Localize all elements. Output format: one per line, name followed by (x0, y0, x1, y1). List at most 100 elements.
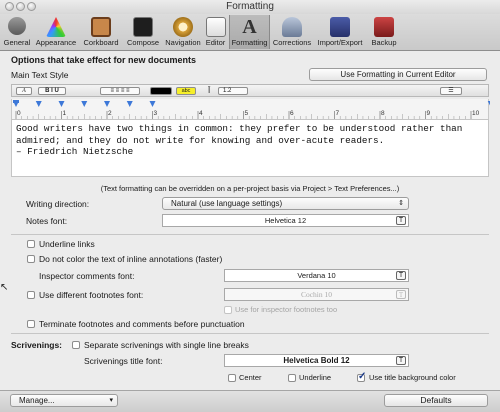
bold-italic-underline-buttons[interactable]: B I U (38, 87, 66, 95)
ruler-number: 2 (108, 110, 112, 117)
highlight-color-well[interactable]: abc (176, 87, 196, 95)
manage-label: Manage... (19, 396, 55, 405)
line-spacing-select[interactable]: 1.2 (218, 87, 248, 95)
writing-direction-label: Writing direction: (26, 199, 90, 209)
separate-scrivenings-checkbox[interactable] (72, 341, 80, 349)
font-picker-icon[interactable]: T (396, 356, 406, 365)
scrivenings-title-font-field[interactable]: Helvetica Bold 12 T (224, 354, 409, 367)
editor-icon (205, 17, 226, 37)
tab-import-export[interactable]: Import/Export (315, 15, 365, 49)
center-checkbox[interactable] (228, 374, 236, 382)
title-background-label: Use title background color (369, 373, 456, 382)
list-style-select[interactable]: ☰ (440, 87, 462, 95)
tab-formatting[interactable]: A Formatting (229, 15, 270, 49)
tab-compose[interactable]: Compose (123, 15, 163, 49)
format-bar: A B I U ≡ ≡ ≡ ≡ abc Ī 1.2 ☰ (11, 84, 489, 97)
tab-backup-label: Backup (371, 38, 397, 47)
tab-corrections[interactable]: Corrections (272, 15, 312, 49)
font-picker-icon[interactable]: T (396, 271, 406, 280)
no-color-annotations-checkbox[interactable] (27, 255, 35, 263)
inspector-font-value: Verdana 10 (297, 271, 336, 280)
tab-compose-label: Compose (126, 38, 160, 47)
divider (11, 234, 489, 235)
tab-stop-marker[interactable] (58, 101, 65, 107)
writing-direction-select[interactable]: Natural (use language settings) ⇕ (162, 197, 409, 210)
bottom-bar: Manage... ▾ Defaults (0, 390, 500, 412)
tab-formatting-label: Formatting (231, 38, 268, 47)
line-spacing-icon: Ī (208, 86, 211, 95)
corrections-icon (282, 17, 302, 37)
title-bar: Formatting (0, 0, 500, 15)
ruler[interactable]: 0 1 2 3 4 5 6 7 8 9 10 (11, 99, 490, 119)
tab-corrections-label: Corrections (272, 38, 312, 47)
tab-stop-marker[interactable] (81, 101, 88, 107)
first-line-indent-marker[interactable] (13, 100, 19, 103)
manage-select[interactable]: Manage... ▾ (10, 394, 118, 407)
separate-scrivenings-label: Separate scrivenings with single line br… (84, 340, 249, 350)
use-formatting-in-current-editor-button[interactable]: Use Formatting in Current Editor (309, 68, 487, 81)
tab-stop-marker[interactable] (104, 101, 110, 107)
style-button[interactable]: A (16, 87, 32, 95)
preferences-toolbar: General Appearance Corkboard Compose Nav… (0, 14, 500, 51)
ruler-number: 4 (199, 110, 203, 117)
tab-general-label: General (3, 38, 31, 47)
footnotes-font-field[interactable]: Cochin 10 T (224, 288, 409, 301)
ruler-number: 8 (381, 110, 385, 117)
center-label: Center (239, 373, 262, 382)
tab-backup[interactable]: Backup (368, 15, 400, 49)
tab-corkboard-label: Corkboard (83, 38, 119, 47)
underline-checkbox[interactable] (288, 374, 296, 382)
tab-stop-marker[interactable] (149, 101, 156, 107)
defaults-button[interactable]: Defaults (384, 394, 488, 407)
tab-stop-marker[interactable] (126, 101, 133, 107)
no-color-annotations-label: Do not color the text of inline annotati… (39, 254, 223, 264)
tab-editor-label: Editor (205, 38, 226, 47)
notes-font-label: Notes font: (26, 216, 68, 226)
ruler-graphics (13, 100, 490, 119)
ruler-number: 1 (62, 110, 67, 117)
alignment-buttons[interactable]: ≡ ≡ ≡ ≡ (100, 87, 140, 95)
tab-appearance[interactable]: Appearance (34, 15, 78, 49)
terminate-footnotes-checkbox[interactable] (27, 320, 35, 328)
tab-editor[interactable]: Editor (203, 15, 228, 49)
tab-navigation[interactable]: Navigation (164, 15, 202, 49)
updown-arrows-icon: ⇕ (398, 200, 404, 207)
ruler-number: 0 (17, 110, 21, 117)
checkmark-icon: ✓ (358, 371, 367, 382)
tab-import-export-label: Import/Export (317, 38, 363, 47)
tab-stop-marker[interactable] (35, 101, 42, 107)
inspector-footnotes-label: Use for inspector footnotes too (235, 305, 338, 314)
underline-links-checkbox[interactable] (27, 240, 35, 248)
right-margin-marker[interactable] (487, 101, 490, 107)
font-picker-icon[interactable]: T (396, 216, 406, 225)
inspector-font-label: Inspector comments font: (39, 271, 135, 281)
different-footnotes-font-label: Use different footnotes font: (39, 290, 144, 300)
sample-text-editor[interactable]: Good writers have two things in common: … (11, 119, 489, 177)
terminate-footnotes-label: Terminate footnotes and comments before … (39, 319, 245, 329)
ruler-number: 9 (426, 110, 431, 117)
switch-icon (8, 17, 26, 35)
mouse-cursor-icon: ↖ (0, 282, 9, 293)
inspector-footnotes-checkbox[interactable] (224, 306, 232, 314)
scrivenings-title-font-label: Scrivenings title font: (84, 356, 163, 366)
tab-corkboard[interactable]: Corkboard (80, 15, 122, 49)
window-title: Formatting (226, 1, 274, 12)
text-color-well[interactable] (150, 87, 172, 95)
override-note: (Text formatting can be overridden on a … (100, 184, 400, 193)
ruler-number: 6 (290, 110, 294, 117)
compass-icon (173, 17, 193, 37)
scrivenings-title-font-value: Helvetica Bold 12 (283, 356, 350, 365)
notes-font-value: Helvetica 12 (264, 216, 307, 225)
tab-navigation-label: Navigation (165, 38, 201, 47)
formatting-icon: A (242, 16, 257, 38)
tab-general[interactable]: General (2, 15, 32, 49)
inspector-font-field[interactable]: Verdana 10 T (224, 269, 409, 282)
divider (11, 333, 489, 334)
title-background-checkbox[interactable]: ✓ (357, 371, 367, 382)
chevron-down-icon: ▾ (109, 397, 113, 404)
different-footnotes-font-checkbox[interactable] (27, 291, 35, 299)
ruler-number: 7 (335, 110, 340, 117)
font-picker-icon[interactable]: T (396, 290, 406, 299)
notes-font-field[interactable]: Helvetica 12 T (162, 214, 409, 227)
import-export-icon (330, 17, 350, 37)
